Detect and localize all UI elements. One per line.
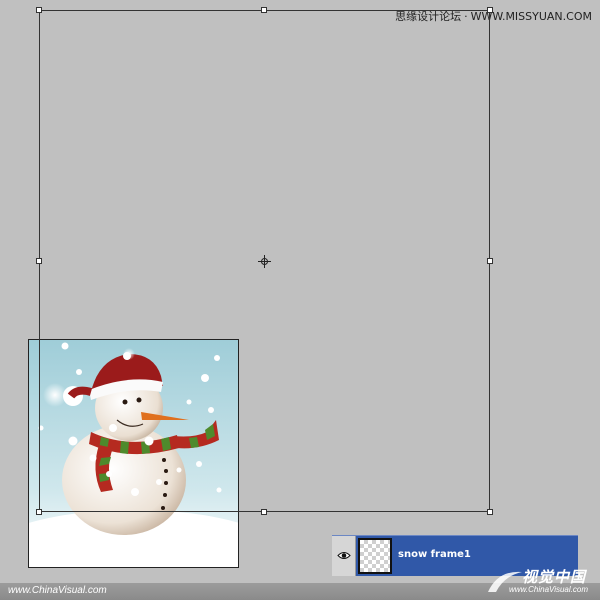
watermark-separator: · [464, 10, 468, 23]
transform-handle-bottom-right[interactable] [487, 509, 493, 515]
transform-handle-top-center[interactable] [261, 7, 267, 13]
transform-handle-bottom-left[interactable] [36, 509, 42, 515]
watermark-top: 思缘设计论坛 · WWW.MISSYUAN.COM [395, 8, 592, 24]
transform-reference-point-icon[interactable] [258, 255, 271, 268]
transform-handle-middle-right[interactable] [487, 258, 493, 264]
transform-handle-top-right[interactable] [487, 7, 493, 13]
transform-handle-middle-left[interactable] [36, 258, 42, 264]
footer-site-url: www.ChinaVisual.com [8, 585, 107, 596]
layer-visibility-toggle[interactable] [332, 536, 356, 576]
logo-main-text: 视觉中国 [521, 568, 586, 586]
layer-name[interactable]: snow frame1 [398, 549, 471, 560]
watermark-site-cn: 思缘设计论坛 [395, 10, 462, 23]
transform-handle-bottom-center[interactable] [261, 509, 267, 515]
layer-thumbnail[interactable] [358, 538, 392, 574]
snowman-image[interactable] [28, 339, 239, 568]
logo-sub-text: www.ChinaVisual.com [509, 585, 588, 594]
chinavisual-logo: 视觉中国 www.ChinaVisual.com [484, 564, 594, 598]
transform-handle-top-left[interactable] [36, 7, 42, 13]
canvas-area[interactable]: 思缘设计论坛 · WWW.MISSYUAN.COM snow frame1 ww… [0, 0, 600, 600]
eye-icon [336, 547, 351, 565]
